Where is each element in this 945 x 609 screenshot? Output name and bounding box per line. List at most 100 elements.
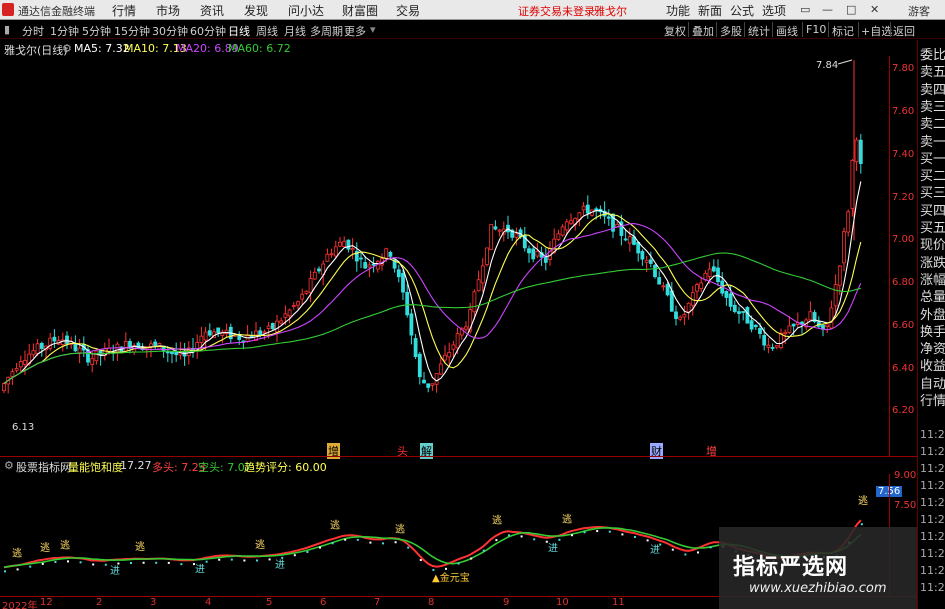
- signal-dot: [419, 559, 422, 562]
- side-panel-item[interactable]: 卖一: [920, 131, 945, 150]
- more-dropdown-icon[interactable]: ▾: [370, 23, 376, 36]
- period-more[interactable]: 更多: [344, 23, 366, 39]
- period-30min[interactable]: 30分钟: [152, 23, 188, 39]
- time-tick: 3: [150, 597, 157, 608]
- period-60min[interactable]: 60分钟: [190, 23, 226, 39]
- period-15min[interactable]: 15分钟: [114, 23, 150, 39]
- tool-diejia[interactable]: 叠加: [692, 23, 714, 39]
- candle-body: [451, 344, 456, 350]
- signal-dot: [545, 540, 548, 543]
- signal-dot: [634, 535, 636, 538]
- toolbar-menu-icon[interactable]: ▮: [4, 23, 10, 36]
- menu-item-faxian[interactable]: 发现: [244, 2, 268, 19]
- period-monthly[interactable]: 月线: [284, 23, 306, 39]
- side-panel-item[interactable]: 外盘: [920, 304, 945, 323]
- period-1min[interactable]: 1分钟: [50, 23, 79, 39]
- side-panel-item[interactable]: 买四: [920, 200, 945, 219]
- signal-dot: [155, 561, 158, 564]
- tool-add-watchlist[interactable]: +自选: [861, 23, 892, 39]
- side-panel-item[interactable]: 委比: [920, 44, 945, 63]
- candle-body: [283, 313, 288, 318]
- tick-time: 11:29: [920, 462, 945, 475]
- candle-body: [464, 326, 468, 330]
- side-panel-item[interactable]: 卖三: [920, 96, 945, 115]
- period-5min[interactable]: 5分钟: [82, 23, 111, 39]
- menu-item-caifuquan[interactable]: 财富圈: [342, 2, 378, 19]
- pane-divider[interactable]: [0, 456, 917, 457]
- tool-f10[interactable]: F10: [806, 23, 826, 36]
- menu-item-zixun[interactable]: 资讯: [200, 2, 224, 19]
- candle-body: [732, 304, 737, 312]
- menu-item-gongshi[interactable]: 公式: [730, 2, 754, 19]
- side-panel-item[interactable]: 买五: [920, 217, 945, 236]
- side-panel-item[interactable]: 净资: [920, 338, 945, 357]
- signal-dot: [457, 562, 460, 565]
- candle-body: [170, 351, 174, 355]
- menu-item-jiaoyi[interactable]: 交易: [396, 2, 420, 19]
- side-panel-item[interactable]: 换手: [920, 321, 945, 340]
- side-panel-item[interactable]: 买三: [920, 182, 945, 201]
- toolbar-divider: [802, 22, 803, 37]
- side-panel-item[interactable]: 卖四: [920, 79, 945, 98]
- period-daily[interactable]: 日线: [228, 23, 250, 39]
- guest-label[interactable]: 游客: [908, 3, 930, 19]
- candle-body: [854, 139, 859, 163]
- signal-dot: [533, 538, 536, 541]
- price-axis-line: [889, 56, 890, 456]
- menu-item-xuanxiang[interactable]: 选项: [762, 2, 786, 19]
- toolbar-divider: [858, 22, 859, 37]
- candle-body: [728, 293, 733, 307]
- price-tick: 6.60: [892, 320, 915, 331]
- candle-body: [165, 351, 170, 354]
- candle-body: [678, 316, 683, 320]
- side-panel-item[interactable]: 行情: [920, 390, 945, 409]
- menu-item-gongneng[interactable]: 功能: [666, 2, 690, 19]
- side-panel-item[interactable]: 卖五: [920, 61, 945, 80]
- candle-body: [485, 247, 489, 265]
- window-restore-icon[interactable]: ▭: [800, 3, 810, 16]
- candle-body: [405, 292, 410, 316]
- menu-item-hangqing[interactable]: 行情: [112, 2, 136, 19]
- candlestick-chart[interactable]: 7.84 6.13: [0, 56, 890, 456]
- tool-fuquan[interactable]: 复权: [664, 23, 686, 39]
- signal-dot: [482, 549, 485, 552]
- period-multi[interactable]: 多周期: [310, 23, 343, 39]
- signal-dot: [495, 539, 498, 542]
- candle-body: [153, 341, 158, 346]
- side-panel-item[interactable]: 买一: [920, 148, 945, 167]
- side-panel-item[interactable]: 涨幅: [920, 269, 945, 288]
- tool-duogu[interactable]: 多股: [720, 23, 742, 39]
- candle-body: [724, 291, 729, 298]
- period-fenshi[interactable]: 分时: [22, 23, 44, 39]
- login-warning[interactable]: 证券交易未登录: [518, 3, 595, 19]
- side-panel-item[interactable]: 现价: [920, 234, 945, 253]
- period-weekly[interactable]: 周线: [256, 23, 278, 39]
- enter-signal-tag: 进: [195, 563, 205, 575]
- candle-body: [585, 204, 590, 214]
- signal-dot: [142, 561, 145, 564]
- candle-body: [762, 335, 767, 346]
- candle-body: [396, 269, 401, 278]
- window-minimize-icon[interactable]: —: [822, 3, 833, 16]
- tick-time: 11:29: [920, 530, 945, 543]
- window-close-icon[interactable]: ✕: [870, 3, 879, 16]
- candle-body: [199, 335, 204, 343]
- signal-dot: [281, 556, 284, 559]
- side-panel-item[interactable]: 总量: [920, 286, 945, 305]
- side-panel-item[interactable]: 收益: [920, 355, 945, 374]
- menu-item-wenxiaoda[interactable]: 问小达: [288, 2, 324, 19]
- tool-biaoji[interactable]: 标记: [832, 23, 854, 39]
- menu-item-xinmian[interactable]: 新面: [698, 2, 722, 19]
- tool-huaxian[interactable]: 画线: [776, 23, 798, 39]
- window-maximize-icon[interactable]: □: [846, 3, 856, 16]
- menu-item-shichang[interactable]: 市场: [156, 2, 180, 19]
- side-panel-item[interactable]: 卖二: [920, 113, 945, 132]
- candle-body: [333, 246, 338, 257]
- side-panel-item[interactable]: 自动: [920, 373, 945, 392]
- side-panel-item[interactable]: 买二: [920, 165, 945, 184]
- side-panel-item[interactable]: 涨跌: [920, 252, 945, 271]
- settings-gear-icon[interactable]: ⚙: [62, 42, 72, 55]
- tool-tongji[interactable]: 统计: [748, 23, 770, 39]
- tool-back[interactable]: 返回: [893, 23, 915, 39]
- indicator-menu-icon[interactable]: ⚙: [4, 459, 14, 472]
